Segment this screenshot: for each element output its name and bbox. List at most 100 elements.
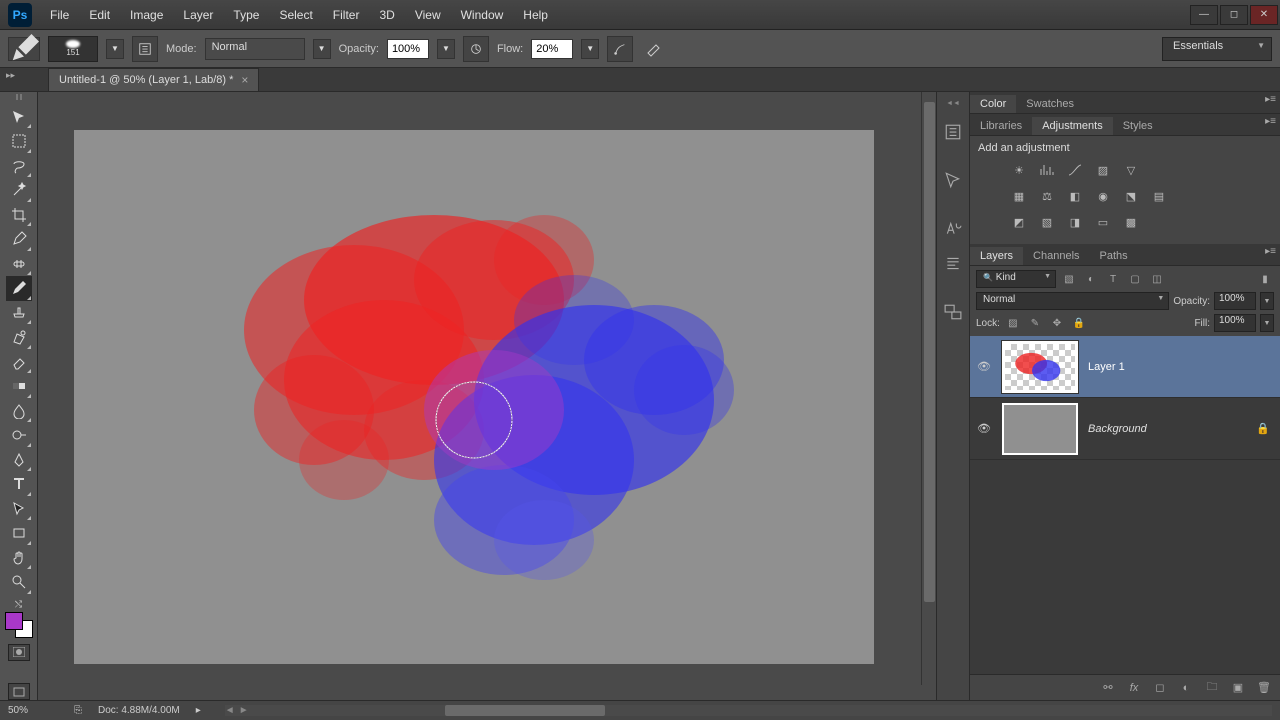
layer-row-background[interactable]: 👁 Background 🔒 <box>970 398 1280 460</box>
history-brush-tool[interactable] <box>6 325 32 350</box>
magic-wand-tool[interactable] <box>6 178 32 203</box>
menu-view[interactable]: View <box>405 4 451 26</box>
history-panel-icon[interactable] <box>940 114 966 150</box>
gradient-map-icon[interactable]: ▭ <box>1092 212 1114 232</box>
filter-toggle-icon[interactable]: ▮ <box>1256 270 1274 288</box>
threshold-icon[interactable]: ◨ <box>1064 212 1086 232</box>
pen-tool[interactable] <box>6 448 32 473</box>
flow-input[interactable] <box>531 39 573 59</box>
lock-position-icon[interactable]: ✥ <box>1048 314 1066 332</box>
timeline-prev-icon[interactable]: ◄ <box>225 705 235 716</box>
color-picker[interactable] <box>5 612 33 638</box>
character-panel-icon[interactable] <box>940 210 966 246</box>
timeline-next-icon[interactable]: ► <box>239 705 249 716</box>
color-swap-icon[interactable]: ⤭ <box>15 599 22 610</box>
black-white-icon[interactable]: ◧ <box>1064 186 1086 206</box>
gradient-tool[interactable] <box>6 374 32 399</box>
dock-collapse-icon[interactable] <box>941 100 965 108</box>
tab-libraries[interactable]: Libraries <box>970 117 1032 135</box>
lock-transparency-icon[interactable]: ▨ <box>1004 314 1022 332</box>
menu-3d[interactable]: 3D <box>369 4 404 26</box>
filter-smart-icon[interactable]: ◫ <box>1148 270 1166 288</box>
delete-layer-icon[interactable]: 🗑 <box>1256 680 1272 696</box>
toolbox-grip[interactable] <box>4 94 34 102</box>
layer-fill-input[interactable]: 100% <box>1214 314 1256 332</box>
document-tab[interactable]: Untitled-1 @ 50% (Layer 1, Lab/8) * × <box>48 68 259 91</box>
adjustments-panel-menu-icon[interactable]: ▸≡ <box>1265 116 1276 127</box>
menu-file[interactable]: File <box>40 4 79 26</box>
layer-opacity-input[interactable]: 100% <box>1214 292 1256 310</box>
close-button[interactable]: ✕ <box>1250 5 1278 25</box>
canvas-area[interactable] <box>38 92 936 700</box>
doc-info[interactable]: Doc: 4.88M/4.00M <box>98 705 180 716</box>
vertical-scrollbar[interactable] <box>921 92 936 685</box>
color-panel-menu-icon[interactable]: ▸≡ <box>1265 94 1276 105</box>
eraser-tool[interactable] <box>6 350 32 375</box>
opacity-dropdown[interactable]: ▼ <box>437 39 455 59</box>
menu-edit[interactable]: Edit <box>79 4 120 26</box>
type-tool[interactable] <box>6 472 32 497</box>
tab-paths[interactable]: Paths <box>1090 247 1138 265</box>
doc-info-dropdown-icon[interactable]: ▸ <box>196 705 201 716</box>
menu-type[interactable]: Type <box>223 4 269 26</box>
blur-tool[interactable] <box>6 399 32 424</box>
layer-name[interactable]: Background <box>1082 423 1256 435</box>
path-selection-tool[interactable] <box>6 497 32 522</box>
brush-preset-dropdown[interactable]: ▼ <box>106 39 124 59</box>
color-lookup-icon[interactable]: ▤ <box>1148 186 1170 206</box>
navigator-panel-icon[interactable] <box>940 294 966 330</box>
layer-thumbnail[interactable] <box>1002 403 1078 455</box>
layer-thumbnail[interactable] <box>1002 341 1078 393</box>
canvas[interactable] <box>74 130 874 664</box>
channel-mixer-icon[interactable]: ⬔ <box>1120 186 1142 206</box>
vibrance-icon[interactable]: ▽ <box>1120 160 1142 180</box>
tab-channels[interactable]: Channels <box>1023 247 1089 265</box>
tab-adjustments[interactable]: Adjustments <box>1032 117 1113 135</box>
color-balance-icon[interactable]: ⚖ <box>1036 186 1058 206</box>
menu-image[interactable]: Image <box>120 4 173 26</box>
minimize-button[interactable]: — <box>1190 5 1218 25</box>
rectangle-tool[interactable] <box>6 521 32 546</box>
document-tab-close-icon[interactable]: × <box>241 73 248 87</box>
new-layer-icon[interactable]: ▣ <box>1230 680 1246 696</box>
layer-fill-dropdown[interactable]: ▼ <box>1260 314 1274 332</box>
tab-swatches[interactable]: Swatches <box>1016 95 1084 113</box>
tab-layers[interactable]: Layers <box>970 247 1023 265</box>
workspace-select[interactable]: Essentials <box>1162 37 1272 61</box>
blend-mode-dropdown[interactable]: ▼ <box>313 39 331 59</box>
link-layers-icon[interactable]: ⚯ <box>1100 680 1116 696</box>
horizontal-scrollbar-thumb[interactable] <box>445 705 605 716</box>
eyedropper-tool[interactable] <box>6 227 32 252</box>
menu-select[interactable]: Select <box>269 4 322 26</box>
pressure-size-icon[interactable] <box>641 36 667 62</box>
toggle-brush-panel-icon[interactable] <box>132 36 158 62</box>
dodge-tool[interactable] <box>6 423 32 448</box>
adjustment-layer-icon[interactable]: ◐ <box>1178 680 1194 696</box>
status-expand-icon[interactable]: ⎘ <box>74 705 82 716</box>
paragraph-panel-icon[interactable] <box>940 246 966 282</box>
quick-mask-icon[interactable] <box>8 644 30 661</box>
photo-filter-icon[interactable]: ◉ <box>1092 186 1114 206</box>
brush-tool[interactable] <box>6 276 32 301</box>
layers-panel-menu-icon[interactable]: ▸≡ <box>1265 246 1276 257</box>
hue-saturation-icon[interactable]: ▦ <box>1008 186 1030 206</box>
marquee-tool[interactable] <box>6 129 32 154</box>
tab-styles[interactable]: Styles <box>1113 117 1163 135</box>
foreground-color[interactable] <box>5 612 23 630</box>
filter-shape-icon[interactable]: ▢ <box>1126 270 1144 288</box>
screen-mode-icon[interactable] <box>8 683 30 700</box>
brightness-contrast-icon[interactable]: ☀ <box>1008 160 1030 180</box>
menu-layer[interactable]: Layer <box>173 4 223 26</box>
brush-preset-picker[interactable]: 151 <box>48 36 98 62</box>
tab-expand-icon[interactable]: ▸▸ <box>6 70 15 81</box>
levels-icon[interactable] <box>1036 160 1058 180</box>
current-tool-icon[interactable] <box>8 37 40 61</box>
clone-stamp-tool[interactable] <box>6 301 32 326</box>
flow-dropdown[interactable]: ▼ <box>581 39 599 59</box>
invert-icon[interactable]: ◩ <box>1008 212 1030 232</box>
filter-pixel-icon[interactable]: ▧ <box>1060 270 1078 288</box>
lasso-tool[interactable] <box>6 154 32 179</box>
airbrush-icon[interactable] <box>607 36 633 62</box>
layer-mask-icon[interactable]: ◻ <box>1152 680 1168 696</box>
posterize-icon[interactable]: ▧ <box>1036 212 1058 232</box>
